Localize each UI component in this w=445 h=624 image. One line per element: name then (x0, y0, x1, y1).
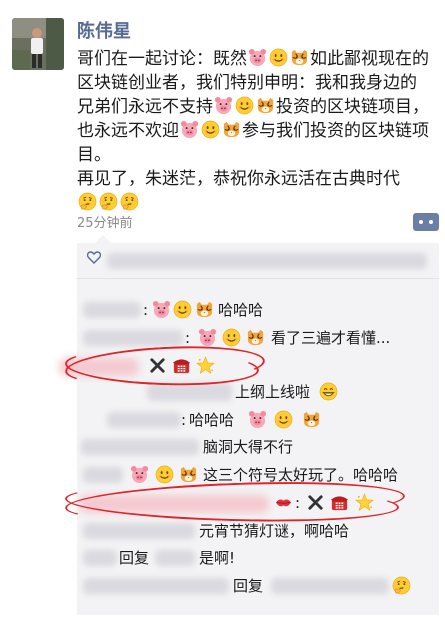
comments-panel: : 哈哈哈 : 看了三遍才看懂... 上纲上线啦 : 哈哈哈 脑洞大得不行 这三… (59, 243, 439, 615)
post-line-1: 哥们在一起讨论：既然 (77, 49, 247, 69)
blurred-username (83, 578, 229, 594)
thinking-face-icon (99, 192, 118, 211)
comment-row[interactable]: 回复 (77, 573, 439, 599)
comment-text: 元宵节猜灯谜，啊哈哈 (199, 522, 350, 540)
blurred-username (147, 383, 232, 401)
smile-face-icon (173, 300, 192, 319)
reply-label: 回复 (233, 577, 264, 595)
tiger-face-icon (256, 96, 275, 115)
heart-icon (87, 251, 101, 264)
author-avatar[interactable] (12, 18, 64, 70)
pig-face-icon (248, 410, 267, 429)
tiger-face-icon (179, 465, 198, 484)
thinking-face-icon (78, 192, 97, 211)
smile-face-icon (235, 96, 254, 115)
thinking-face-icon (120, 192, 139, 211)
post-line-5: 再见了，朱迷茫，恭祝你永远活在古典时代 (77, 169, 400, 189)
comment-text: 上纲上线啦 (235, 383, 311, 401)
pig-face-icon (180, 120, 199, 139)
smile-face-icon (222, 328, 241, 347)
thinking-face-icon (392, 576, 411, 595)
smile-face-icon (155, 465, 174, 484)
comment-row[interactable]: 元宵节猜灯谜，啊哈哈 (77, 518, 439, 544)
comment-row[interactable]: : 看了三遍才看懂... (77, 325, 439, 351)
tiger-face-icon (195, 300, 214, 319)
post-text: 哥们在一起讨论：既然 如此鄙视现在的区块链创业者，我们特别申明：我和我身边的兄弟们… (77, 47, 433, 215)
comment-menu-button[interactable] (413, 213, 439, 231)
blurred-username (81, 439, 199, 455)
smile-face-icon (201, 120, 220, 139)
likes-row (77, 243, 439, 279)
blurred-username (155, 550, 195, 566)
pig-face-icon (198, 328, 217, 347)
comment-row[interactable]: : 哈哈哈 (77, 407, 439, 433)
blurred-username (83, 302, 141, 318)
comments-caret (95, 235, 111, 243)
grinning-face-icon (319, 382, 338, 401)
comment-text: 是啊! (199, 549, 236, 567)
tiger-face-icon (246, 328, 265, 347)
tiger-face-icon (302, 410, 321, 429)
comment-row[interactable]: 回复 是啊! (77, 545, 439, 571)
blurred-likes (107, 253, 427, 269)
tiger-face-icon (222, 120, 241, 139)
comment-text: 哈哈哈 (189, 411, 235, 429)
blurred-username (83, 467, 123, 483)
tiger-face-icon (290, 48, 309, 67)
blurred-username (271, 578, 389, 594)
author-name[interactable]: 陈伟星 (77, 17, 131, 43)
dot-icon (429, 220, 433, 224)
pig-face-icon (152, 300, 171, 319)
blurred-username (83, 550, 117, 566)
dot-icon (419, 220, 423, 224)
pig-face-icon (248, 48, 267, 67)
comment-text: 看了三遍才看懂... (271, 329, 391, 347)
post-timestamp: 25分钟前 (77, 216, 133, 231)
comment-text: 脑洞大得不行 (203, 438, 294, 456)
comment-colon: : (143, 301, 149, 319)
pig-face-icon (130, 465, 149, 484)
smile-face-icon (274, 410, 293, 429)
comment-text: 哈哈哈 (218, 301, 264, 319)
comment-row[interactable]: 脑洞大得不行 (77, 434, 439, 460)
smile-face-icon (269, 48, 288, 67)
pig-face-icon (214, 96, 233, 115)
comment-colon: : (181, 411, 187, 429)
blurred-username (83, 523, 195, 539)
reply-label: 回复 (119, 549, 150, 567)
comment-row[interactable]: : 哈哈哈 (77, 297, 439, 323)
blurred-username (107, 412, 181, 428)
blurred-username (83, 330, 183, 346)
